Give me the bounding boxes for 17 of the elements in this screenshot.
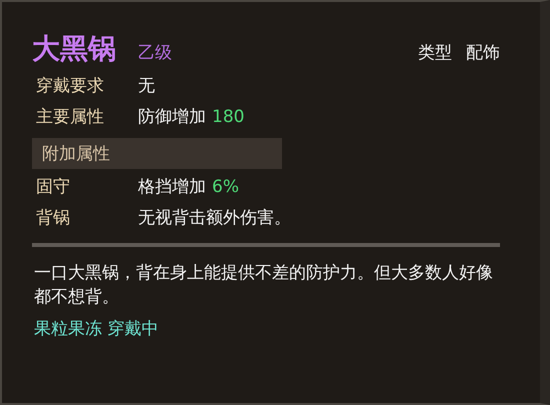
type-value: 配饰 xyxy=(466,42,500,64)
attribute-value: 防御增加 xyxy=(138,106,206,128)
attribute-amount: 180 xyxy=(212,107,244,127)
attribute-amount: 6% xyxy=(212,177,239,197)
equipped-status: 果粒果冻 穿戴中 xyxy=(33,318,160,340)
item-description: 一口大黑锅，背在身上能提供不差的防护力。但大多数人好像都不想背。 xyxy=(33,262,494,309)
attribute-label: 固守 xyxy=(36,176,71,198)
attribute-label: 穿戴要求 xyxy=(36,75,105,97)
attribute-value: 无视背击额外伤害。 xyxy=(138,207,291,229)
attribute-label: 主要属性 xyxy=(36,106,105,128)
item-name: 大黑锅 xyxy=(32,31,116,67)
item-grade: 乙级 xyxy=(138,42,172,64)
attribute-label: 背锅 xyxy=(36,207,71,229)
attribute-value: 格挡增加 xyxy=(138,176,206,198)
section-header: 附加属性 xyxy=(32,138,282,169)
attribute-value: 无 xyxy=(138,75,155,97)
type-label: 类型 xyxy=(418,42,452,64)
